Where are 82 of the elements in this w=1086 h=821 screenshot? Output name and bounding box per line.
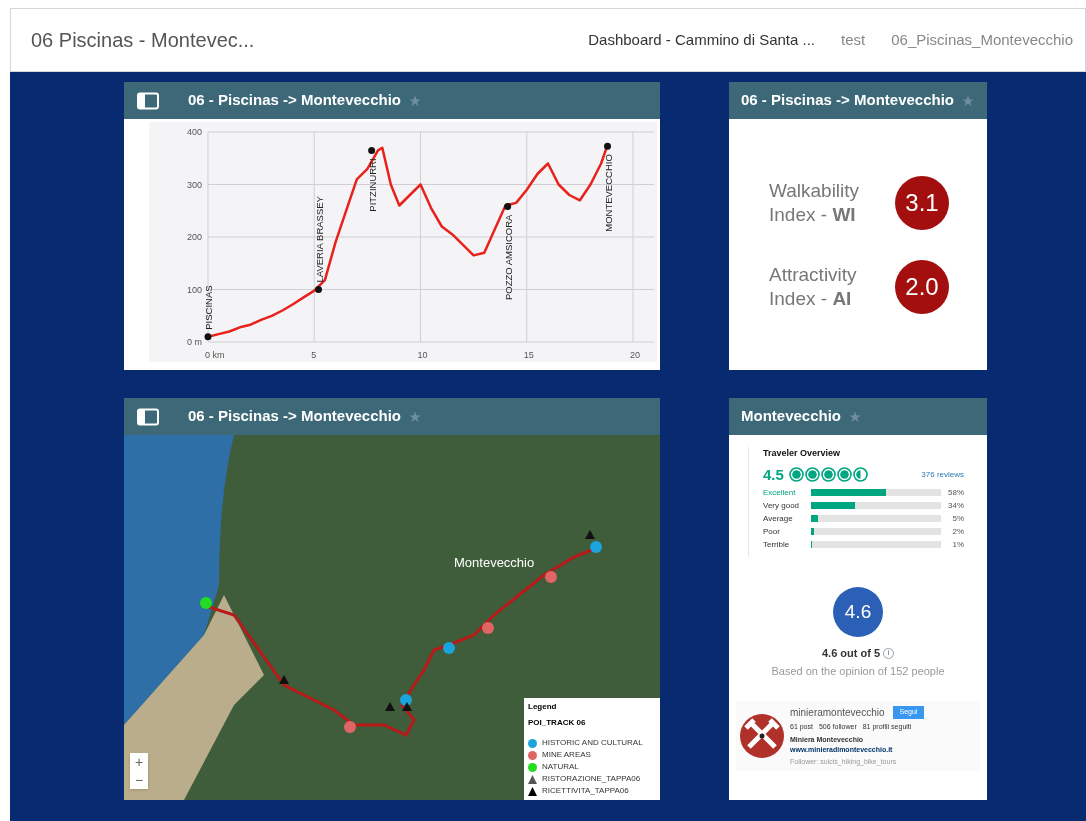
profile-username: minieramontevecchio (790, 706, 885, 720)
rating-label: Average (763, 512, 794, 525)
map-marker (482, 622, 494, 634)
map-marker (590, 541, 602, 553)
x-tick-label: 5 (311, 350, 317, 360)
crossed-hammers-logo (740, 714, 784, 758)
waypoint-label: POZZO AMSICORA (502, 214, 514, 301)
reviews-link[interactable]: 376 reviews (921, 468, 964, 481)
waypoint-dot (368, 146, 376, 154)
x-tick-label: 0 km (205, 350, 225, 360)
y-tick-label: 200 (186, 232, 202, 242)
widget-title: 06 - Piscinas -> Montevecchio (188, 90, 401, 111)
widget-title: 06 - Piscinas -> Montevecchio (741, 90, 954, 111)
panel-icon[interactable] (136, 407, 160, 426)
star-icon[interactable] (409, 410, 421, 423)
legend-label: NATURAL (542, 761, 579, 773)
y-tick-label: 300 (186, 179, 202, 190)
y-tick-label: 100 (186, 284, 202, 295)
legend-label: HISTORIC AND CULTURAL (542, 737, 643, 749)
legend-layer: POI_TRACK 06 (528, 717, 587, 729)
rating-score: 4.6 (833, 587, 883, 637)
x-tick-label: 10 (417, 350, 428, 360)
zoom-out-button[interactable]: − (130, 771, 148, 789)
legend-label: RICETTIVITA_TAPPA06 (542, 785, 629, 797)
rating-percent: 2% (952, 525, 964, 538)
rating-label: Terrible (763, 538, 791, 551)
rating-bubble-icon (788, 467, 804, 483)
rating-basis: Based on the opinion of 152 people (771, 663, 945, 679)
waypoint-label: LAVERIA BRASSEY (313, 196, 325, 283)
overview-score: 4.5 (763, 464, 784, 485)
overview-heading: Traveler Overview (763, 447, 842, 460)
rating-bubble-icon (804, 467, 820, 483)
zoom-in-button[interactable]: + (130, 753, 148, 771)
star-icon[interactable] (409, 94, 421, 107)
map-marker (400, 694, 412, 706)
widget-title: 06 - Piscinas -> Montevecchio (188, 406, 401, 427)
rating-percent: 5% (952, 512, 964, 525)
waypoint-label: PITZINURRI (366, 158, 378, 212)
triangle-marker-icon (385, 702, 395, 711)
map-marker (200, 597, 212, 609)
star-icon[interactable] (962, 94, 974, 107)
triangle-marker-icon (279, 675, 289, 684)
panel-icon[interactable] (136, 91, 160, 110)
rating-label: Very good (763, 499, 801, 512)
triangle-marker-icon (402, 702, 412, 711)
map-marker (545, 571, 557, 583)
index-label: Walkability Index - WI (769, 178, 861, 227)
widget-title: Montevecchio (741, 406, 842, 427)
x-tick-label: 20 (630, 350, 640, 360)
rating-summary: 4.6 out of 5 (821, 646, 881, 661)
waypoint-dot (504, 203, 512, 211)
star-icon[interactable] (849, 410, 862, 423)
place-label: Montevecchio (454, 554, 535, 572)
rating-label: Poor (763, 525, 781, 538)
triangle-marker-icon (585, 530, 595, 539)
y-tick-label: 0 m (187, 337, 202, 347)
rating-percent: 1% (952, 538, 964, 551)
waypoint-dot (604, 142, 611, 150)
index-score: 3.1 (895, 175, 949, 230)
rating-percent: 34% (948, 499, 964, 512)
rating-label: Excellent (763, 486, 797, 499)
legend-label: RISTORAZIONE_TAPPA06 (542, 773, 641, 785)
index-label: Attractivity Index - AI (769, 262, 858, 311)
y-tick-label: 400 (186, 127, 202, 137)
rating-bubble-icon (820, 467, 836, 483)
waypoint-dot (315, 286, 322, 293)
legend-label: MINE AREAS (542, 749, 591, 761)
index-score: 2.0 (895, 259, 949, 314)
waypoint-label: PISCINAS (203, 285, 214, 330)
breadcrumb-link[interactable]: 06_Piscinas_Montevecchio (891, 28, 1073, 52)
map-marker (443, 642, 455, 654)
waypoint-dot (204, 333, 212, 341)
page-title: 06 Piscinas - Montevec... (31, 28, 256, 53)
waypoint-label: MONTEVECCHIO (602, 154, 614, 232)
map-marker (344, 721, 356, 733)
rating-percent: 58% (948, 486, 964, 499)
x-tick-label: 15 (523, 350, 534, 360)
breadcrumb-link[interactable]: Dashboard - Cammino di Santa ... (588, 28, 816, 52)
breadcrumb-link[interactable]: test (841, 28, 866, 52)
rating-bubble-icon (836, 467, 852, 483)
legend-title: Legend (528, 701, 558, 713)
rating-bubble-icon (852, 467, 868, 483)
